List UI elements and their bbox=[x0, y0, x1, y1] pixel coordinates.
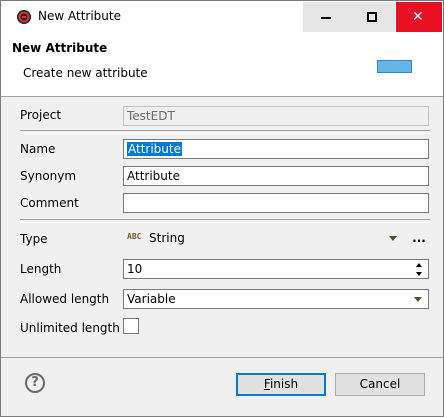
help-icon[interactable]: ? bbox=[25, 373, 45, 393]
maximize-icon bbox=[367, 12, 377, 22]
minimize-icon bbox=[321, 17, 331, 19]
window-title: New Attribute bbox=[38, 9, 121, 23]
length-value: 10 bbox=[127, 262, 143, 276]
project-field: TestEDT bbox=[123, 106, 429, 126]
length-label: Length bbox=[20, 262, 62, 276]
header-title: New Attribute bbox=[12, 41, 108, 55]
comment-input[interactable] bbox=[123, 193, 429, 213]
footer-separator bbox=[1, 357, 443, 358]
close-button[interactable]: ✕ bbox=[396, 2, 442, 32]
close-icon: ✕ bbox=[412, 9, 424, 25]
separator bbox=[20, 219, 430, 223]
allowed-length-label: Allowed length bbox=[20, 292, 110, 306]
synonym-input[interactable]: Attribute bbox=[123, 166, 429, 186]
comment-label: Comment bbox=[20, 196, 79, 210]
title-bar[interactable]: New Attribute ✕ bbox=[1, 1, 443, 32]
type-label: Type bbox=[20, 232, 48, 246]
type-combo[interactable]: ABC String bbox=[123, 229, 403, 249]
project-label: Project bbox=[20, 108, 62, 122]
chevron-down-icon bbox=[389, 236, 397, 241]
name-input[interactable]: Attribute bbox=[123, 139, 429, 159]
app-icon bbox=[17, 10, 31, 24]
header-banner-icon bbox=[377, 60, 412, 73]
maximize-button[interactable] bbox=[349, 2, 395, 32]
unlimited-length-label: Unlimited length bbox=[20, 321, 120, 335]
unlimited-length-checkbox[interactable] bbox=[123, 318, 139, 334]
wizard-header: New Attribute Create new attribute bbox=[1, 32, 443, 97]
dialog-window: New Attribute ✕ New Attribute Create new… bbox=[0, 0, 444, 417]
minimize-button[interactable] bbox=[303, 2, 349, 32]
allowed-length-value: Variable bbox=[127, 292, 176, 306]
length-spinner[interactable]: 10 bbox=[123, 259, 429, 279]
type-value: String bbox=[149, 231, 185, 245]
abc-string-icon: ABC bbox=[127, 232, 142, 241]
type-select-button[interactable]: ... bbox=[409, 231, 429, 251]
separator bbox=[20, 130, 430, 134]
name-selected-text: Attribute bbox=[127, 142, 182, 156]
spin-down-icon[interactable] bbox=[416, 272, 422, 276]
chevron-down-icon bbox=[414, 297, 422, 302]
finish-button[interactable]: Finish bbox=[236, 373, 326, 396]
cancel-button[interactable]: Cancel bbox=[335, 373, 425, 396]
header-description: Create new attribute bbox=[23, 66, 148, 80]
spin-up-icon[interactable] bbox=[416, 263, 422, 267]
name-label: Name bbox=[20, 142, 56, 156]
allowed-length-combo[interactable]: Variable bbox=[123, 289, 429, 309]
synonym-label: Synonym bbox=[20, 169, 77, 183]
